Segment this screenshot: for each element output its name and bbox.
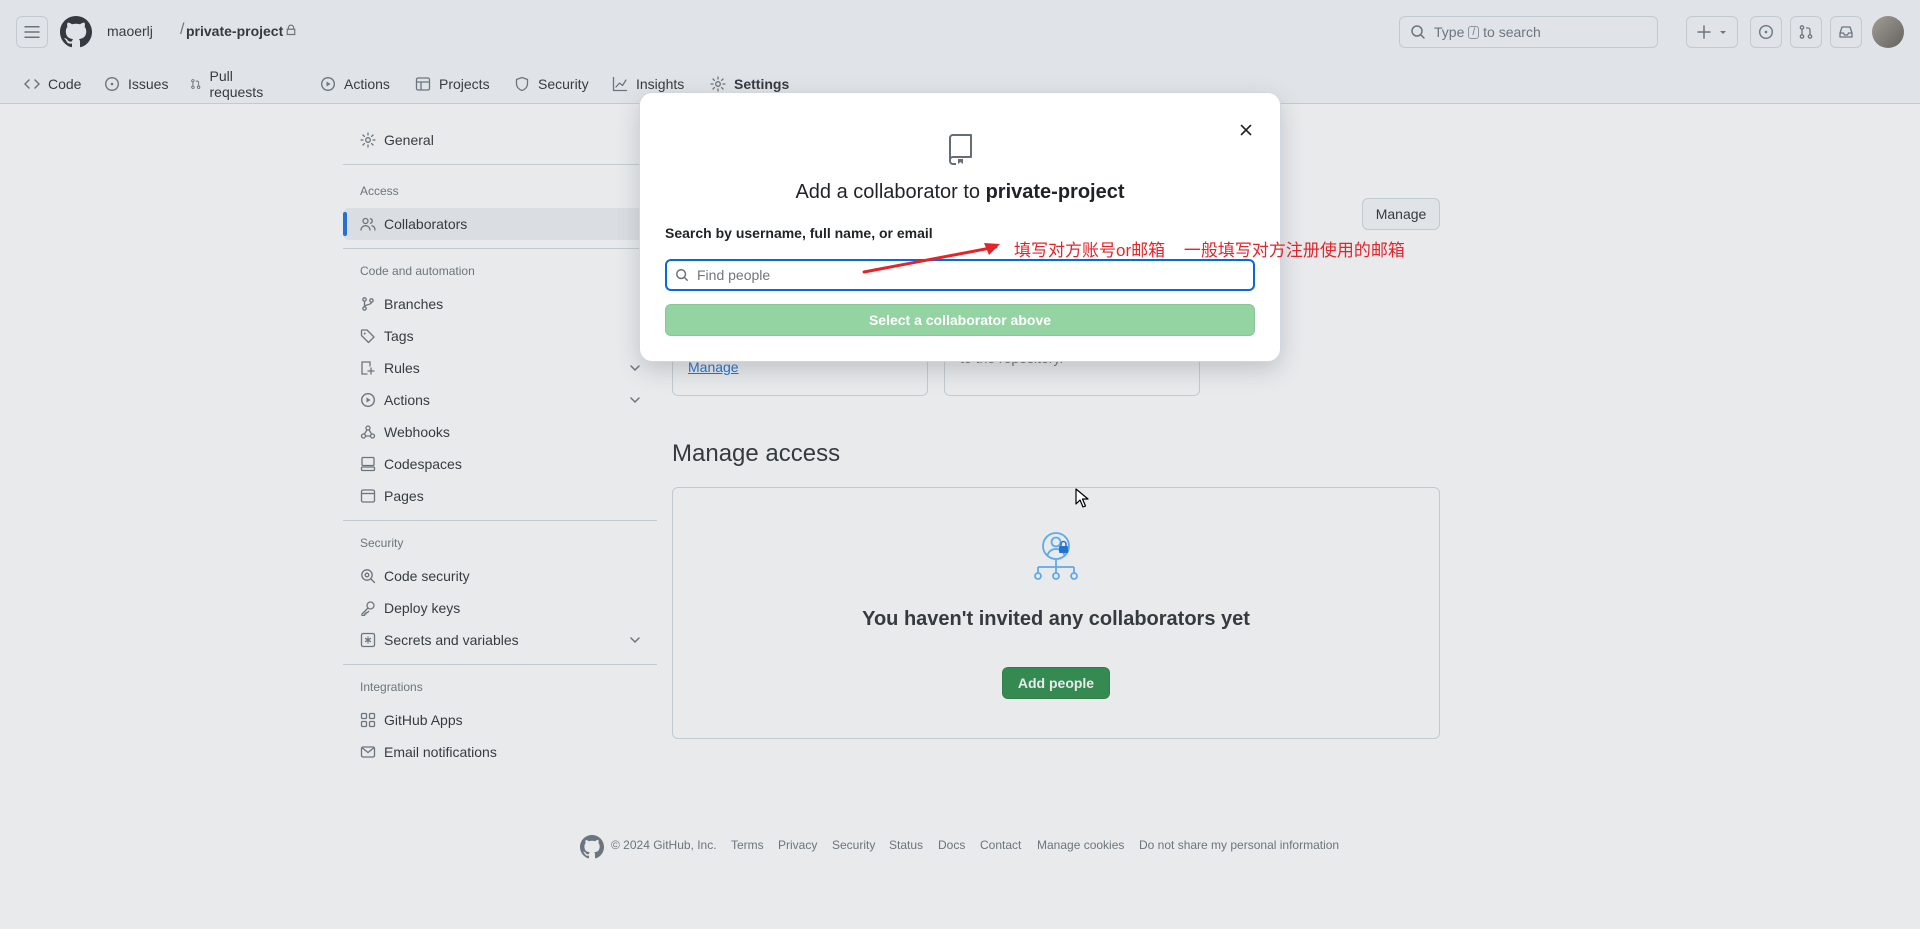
annotation-text-account: 填写对方账号or邮箱 [1014,241,1166,260]
repo-icon [946,133,974,165]
search-people-label: Search by username, full name, or email [665,225,933,241]
annotation-text: 填写对方账号or邮箱 一般填写对方注册使用的邮箱 [1014,236,1405,261]
annotation-text-email: 一般填写对方注册使用的邮箱 [1183,241,1405,260]
mouse-cursor-icon [1075,488,1089,508]
annotation-arrow-icon [862,243,1000,274]
dialog-title: Add a collaborator to private-project [640,181,1280,204]
select-collaborator-button[interactable]: Select a collaborator above [665,304,1255,336]
dialog-title-repo: private-project [985,181,1125,203]
close-dialog-button[interactable] [1230,117,1262,143]
search-icon [676,269,688,281]
close-icon [1240,124,1252,136]
dialog-title-prefix: Add a collaborator to [795,181,986,203]
